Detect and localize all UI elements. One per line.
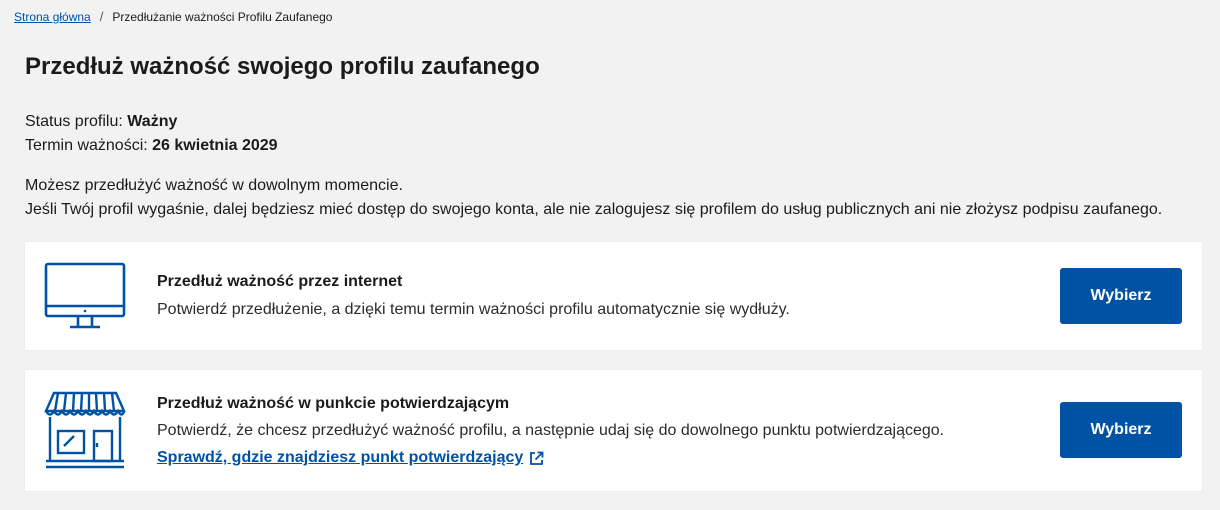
choose-online-button[interactable]: Wybierz [1060, 268, 1182, 324]
profile-status-block: Status profilu: Ważny Termin ważności: 2… [25, 110, 278, 158]
status-label: Status profilu: [25, 113, 123, 130]
option-title: Przedłuż ważność przez internet [157, 273, 403, 290]
breadcrumb-home-link[interactable]: Strona główna [14, 10, 91, 24]
breadcrumb-current: Przedłużanie ważności Profilu Zaufanego [112, 9, 333, 24]
status-row: Status profilu: Ważny [25, 110, 278, 134]
storefront-icon [44, 391, 126, 474]
description-block: Możesz przedłużyć ważność w dowolnym mom… [25, 174, 1162, 222]
find-confirmation-point-link-label: Sprawdź, gdzie znajdziesz punkt potwierd… [157, 449, 524, 466]
expiry-value: 26 kwietnia 2029 [152, 137, 278, 154]
page-title: Przedłuż ważność swojego profilu zaufane… [25, 53, 540, 80]
option-card-online: Przedłuż ważność przez internet Potwierd… [25, 242, 1202, 350]
status-value: Ważny [127, 113, 178, 130]
computer-monitor-icon [44, 262, 126, 335]
choose-confirmation-point-button[interactable]: Wybierz [1060, 402, 1182, 458]
expiry-label: Termin ważności: [25, 137, 148, 154]
description-line-1: Możesz przedłużyć ważność w dowolnym mom… [25, 177, 403, 194]
option-title: Przedłuż ważność w punkcie potwierdzając… [157, 395, 510, 412]
option-card-point-text: Przedłuż ważność w punkcie potwierdzając… [157, 392, 944, 470]
expiry-row: Termin ważności: 26 kwietnia 2029 [25, 134, 278, 158]
option-description: Potwierdź, że chcesz przedłużyć ważność … [157, 422, 945, 439]
find-confirmation-point-link[interactable]: Sprawdź, gdzie znajdziesz punkt potwierd… [157, 446, 544, 470]
option-card-confirmation-point: Przedłuż ważność w punkcie potwierdzając… [25, 370, 1202, 491]
description-line-2: Jeśli Twój profil wygaśnie, dalej będzie… [25, 201, 1163, 218]
external-link-icon [530, 451, 544, 465]
breadcrumb: Strona główna / Przedłużanie ważności Pr… [14, 9, 332, 24]
option-description: Potwierdź przedłużenie, a dzięki temu te… [157, 301, 790, 318]
breadcrumb-separator: / [99, 9, 104, 24]
option-card-online-text: Przedłuż ważność przez internet Potwierd… [157, 270, 790, 322]
